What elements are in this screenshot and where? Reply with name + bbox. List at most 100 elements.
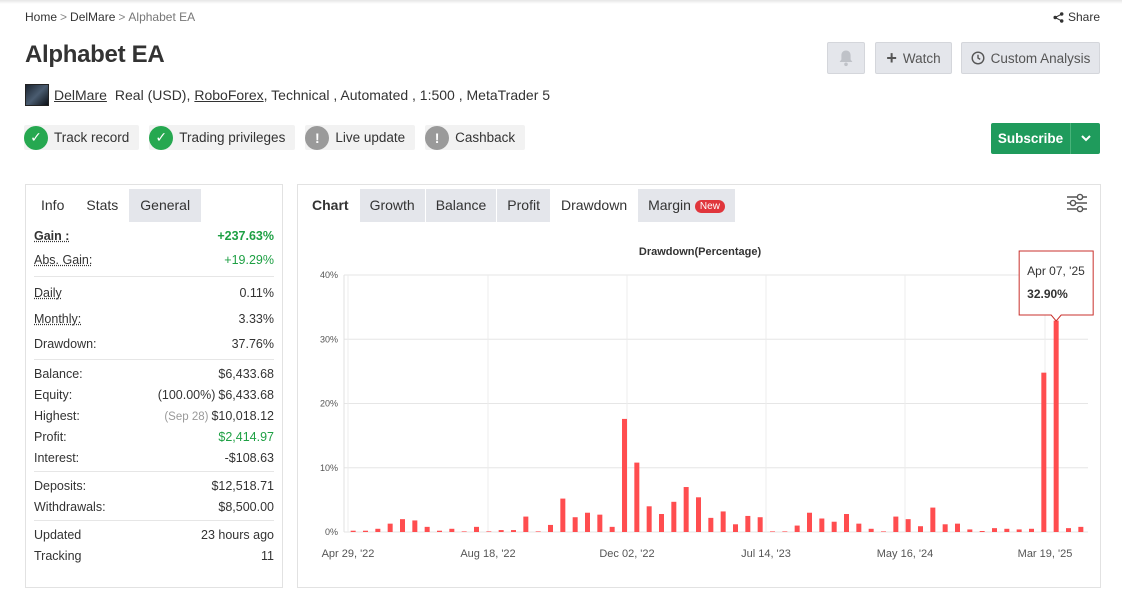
drawdown-bar[interactable] bbox=[794, 525, 800, 532]
drawdown-bar[interactable] bbox=[572, 517, 578, 532]
avatar[interactable] bbox=[25, 84, 49, 106]
drawdown-bar[interactable] bbox=[474, 526, 479, 532]
custom-analysis-button[interactable]: Custom Analysis bbox=[961, 42, 1100, 74]
stat-label[interactable]: Gain : bbox=[34, 229, 69, 243]
drawdown-bar[interactable] bbox=[622, 418, 627, 532]
drawdown-bar[interactable] bbox=[905, 519, 911, 532]
sliders-icon bbox=[1067, 193, 1087, 213]
drawdown-bar[interactable] bbox=[461, 531, 467, 532]
drawdown-bar[interactable] bbox=[1053, 320, 1059, 532]
badge-cashback[interactable]: ! Cashback bbox=[425, 125, 526, 150]
drawdown-bar[interactable] bbox=[856, 523, 862, 532]
stat-balance: Balance: $6,433.68 bbox=[34, 363, 274, 384]
drawdown-bar[interactable] bbox=[683, 487, 689, 532]
drawdown-bar[interactable] bbox=[375, 528, 381, 532]
drawdown-bar[interactable] bbox=[1029, 528, 1034, 532]
drawdown-bar[interactable] bbox=[548, 524, 553, 532]
notify-button[interactable] bbox=[827, 42, 865, 74]
drawdown-bar[interactable] bbox=[597, 514, 603, 532]
stat-value: $8,500.00 bbox=[218, 499, 274, 514]
tab-info[interactable]: Info bbox=[30, 189, 75, 222]
chevron-down-icon[interactable] bbox=[1070, 123, 1100, 154]
drawdown-bar[interactable] bbox=[671, 501, 677, 532]
share-icon bbox=[1053, 11, 1064, 23]
drawdown-bar[interactable] bbox=[942, 524, 948, 532]
drawdown-bar[interactable] bbox=[881, 531, 886, 532]
drawdown-bar[interactable] bbox=[831, 521, 837, 532]
drawdown-bar[interactable] bbox=[893, 516, 899, 532]
drawdown-bar[interactable] bbox=[733, 524, 738, 532]
stat-value: $6,433.68 bbox=[218, 387, 274, 402]
owner-link[interactable]: DelMare bbox=[54, 87, 107, 103]
drawdown-bar[interactable] bbox=[412, 520, 418, 532]
drawdown-bar[interactable] bbox=[535, 531, 541, 532]
drawdown-bar[interactable] bbox=[992, 528, 997, 532]
drawdown-bar[interactable] bbox=[782, 531, 788, 532]
drawdown-bar[interactable] bbox=[1004, 528, 1010, 532]
drawdown-bar[interactable] bbox=[844, 514, 849, 532]
drawdown-bar[interactable] bbox=[979, 531, 985, 532]
tab-balance[interactable]: Balance bbox=[425, 189, 497, 222]
drawdown-bar[interactable] bbox=[745, 515, 751, 532]
drawdown-bar[interactable] bbox=[387, 523, 393, 532]
watch-button[interactable]: + Watch bbox=[875, 42, 952, 74]
chart-settings-button[interactable] bbox=[1066, 193, 1088, 216]
broker-link[interactable]: RoboForex bbox=[194, 87, 263, 103]
drawdown-bar[interactable] bbox=[363, 530, 368, 532]
drawdown-bar[interactable] bbox=[967, 529, 973, 532]
drawdown-bar[interactable] bbox=[449, 528, 455, 532]
share-button[interactable]: Share bbox=[1053, 10, 1100, 24]
drawdown-bar[interactable] bbox=[486, 531, 492, 532]
chart-bars bbox=[350, 320, 1084, 532]
drawdown-bar[interactable] bbox=[1016, 529, 1022, 532]
subscribe-button[interactable]: Subscribe bbox=[991, 123, 1100, 154]
drawdown-bar[interactable] bbox=[350, 530, 356, 532]
badge-live-update[interactable]: ! Live update bbox=[305, 125, 416, 150]
stat-label[interactable]: Monthly: bbox=[34, 312, 81, 326]
drawdown-bar[interactable] bbox=[819, 518, 825, 532]
tab-general[interactable]: General bbox=[129, 189, 202, 222]
drawdown-bar[interactable] bbox=[1078, 526, 1084, 532]
stat-withdrawals: Withdrawals: $8,500.00 bbox=[34, 496, 274, 517]
badge-label: Live update bbox=[335, 130, 406, 145]
drawdown-bar[interactable] bbox=[498, 530, 504, 532]
drawdown-bar[interactable] bbox=[770, 531, 775, 532]
drawdown-bar[interactable] bbox=[807, 512, 812, 532]
tab-chart[interactable]: Chart bbox=[302, 189, 359, 222]
drawdown-bar[interactable] bbox=[560, 498, 566, 532]
drawdown-bar[interactable] bbox=[918, 526, 923, 532]
badge-trading-privileges[interactable]: ✓ Trading privileges bbox=[149, 125, 296, 150]
drawdown-bar[interactable] bbox=[585, 512, 590, 532]
drawdown-bar[interactable] bbox=[930, 507, 936, 532]
drawdown-bar[interactable] bbox=[424, 526, 430, 532]
drawdown-bar[interactable] bbox=[757, 517, 763, 532]
tab-drawdown[interactable]: Drawdown bbox=[550, 189, 638, 222]
stat-label[interactable]: Abs. Gain: bbox=[34, 253, 92, 267]
tab-stats[interactable]: Stats bbox=[75, 189, 129, 222]
drawdown-bar[interactable] bbox=[659, 514, 664, 532]
drawdown-bar[interactable] bbox=[523, 516, 529, 532]
drawdown-bar[interactable] bbox=[634, 462, 640, 532]
breadcrumb-user[interactable]: DelMare bbox=[70, 10, 115, 24]
tab-growth[interactable]: Growth bbox=[359, 189, 425, 222]
drawdown-bar[interactable] bbox=[511, 530, 516, 532]
y-tick-label: 10% bbox=[320, 463, 338, 473]
highest-date: (Sep 28) bbox=[164, 410, 209, 423]
drawdown-bar[interactable] bbox=[955, 523, 960, 532]
drawdown-bar[interactable] bbox=[400, 519, 405, 532]
drawdown-bar[interactable] bbox=[1066, 528, 1071, 532]
breadcrumb-home[interactable]: Home bbox=[25, 10, 57, 24]
drawdown-bar[interactable] bbox=[609, 526, 615, 532]
drawdown-bar[interactable] bbox=[646, 506, 652, 532]
stat-label[interactable]: Daily bbox=[34, 286, 62, 300]
drawdown-bar[interactable] bbox=[696, 497, 701, 532]
x-tick-label: Aug 18, '22 bbox=[460, 548, 515, 560]
drawdown-bar[interactable] bbox=[720, 511, 726, 532]
drawdown-bar[interactable] bbox=[1041, 372, 1047, 532]
tab-margin[interactable]: Margin New bbox=[638, 189, 735, 222]
drawdown-bar[interactable] bbox=[708, 517, 714, 532]
badge-track-record[interactable]: ✓ Track record bbox=[24, 125, 140, 150]
drawdown-bar[interactable] bbox=[437, 530, 442, 532]
drawdown-bar[interactable] bbox=[868, 528, 874, 532]
tab-profit[interactable]: Profit bbox=[497, 189, 550, 222]
